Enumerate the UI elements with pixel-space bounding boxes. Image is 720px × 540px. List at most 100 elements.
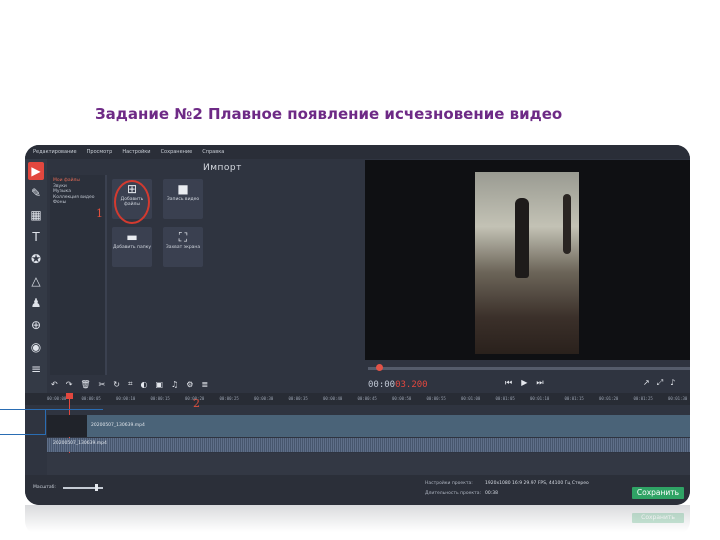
play-icon[interactable]: ▶	[521, 378, 527, 388]
menu-help[interactable]: Справка	[202, 149, 224, 155]
ruler-tick-label: 00:00:00	[47, 396, 67, 401]
ruler-tick-label: 00:00:40	[323, 396, 343, 401]
ruler-tick-label: 00:01:15	[564, 396, 584, 401]
left-toolbar: ▶ ✎ ▦ T ✪ △ ♟ ⊕ ◉ ≡	[25, 159, 47, 395]
view-controls: ↗ ⤢ ♪	[643, 378, 675, 388]
cut-icon[interactable]: ✂	[99, 380, 106, 389]
gear-icon[interactable]: ⚙	[186, 380, 193, 389]
star-icon[interactable]: ✪	[28, 250, 44, 268]
ruler-tick-label: 00:00:10	[116, 396, 136, 401]
edit-toolbar: ↶ ↷ 🗑 ✂ ↻ ⌗ ◐ ▣ ♫ ⚙ ≣	[25, 377, 365, 391]
menu-edit[interactable]: Редактирование	[33, 149, 77, 155]
tree-item[interactable]: Фоны	[53, 200, 102, 206]
folder-icon: ▬	[126, 230, 138, 244]
previous-icon[interactable]: ⏮	[505, 378, 512, 388]
person-figure	[515, 198, 529, 278]
ruler-tick-label: 00:01:30	[668, 396, 688, 401]
list-icon[interactable]: ≡	[28, 360, 44, 378]
ruler-tick-label: 00:01:00	[461, 396, 481, 401]
ruler-tick-label: 00:01:25	[633, 396, 653, 401]
status-bar	[25, 475, 690, 505]
callout-line	[45, 409, 103, 410]
project-settings-value: 1920x1080 16:9 29.97 FPS, 44100 Гц Стере…	[485, 481, 589, 486]
zoom-icon[interactable]: ⊕	[28, 316, 44, 334]
transport-controls: ⏮ ▶ ⏭	[505, 378, 544, 388]
annotation-number-2: 2	[193, 397, 200, 410]
add-folder-label: Добавить папку	[112, 245, 152, 250]
timecode-ms: 03.200	[395, 380, 428, 390]
undo-icon[interactable]: ↶	[51, 380, 58, 389]
panel-divider[interactable]	[105, 175, 107, 375]
ruler-tick-label: 00:00:25	[219, 396, 239, 401]
crop-icon[interactable]: ⌗	[128, 379, 133, 389]
playhead-handle[interactable]	[66, 393, 73, 399]
audio-track[interactable]	[47, 438, 690, 452]
text-icon[interactable]: T	[28, 228, 44, 246]
next-icon[interactable]: ⏭	[536, 378, 543, 388]
zoom-slider-knob[interactable]	[95, 484, 98, 491]
film-icon[interactable]: ▦	[28, 206, 44, 224]
menu-settings[interactable]: Настройки	[122, 149, 150, 155]
seek-bar[interactable]	[368, 367, 690, 370]
brush-icon[interactable]: ✎	[28, 184, 44, 202]
app-window: Редактирование Просмотр Настройки Сохран…	[25, 145, 690, 505]
screen-capture-button[interactable]: ⛶ Захват экрана	[163, 227, 203, 267]
export-frame-icon[interactable]: ↗	[643, 378, 650, 388]
ruler-tick-label: 00:01:10	[530, 396, 550, 401]
record-video-label: Запись видео	[166, 197, 200, 202]
import-icon[interactable]: ▶	[28, 162, 44, 180]
volume-icon[interactable]: ♪	[670, 378, 675, 388]
rotate-icon[interactable]: ↻	[113, 380, 120, 389]
shapes-icon[interactable]: △	[28, 272, 44, 290]
timecode: 00:0003.200	[368, 380, 428, 390]
highlight-circle	[114, 180, 150, 224]
ruler-tick-label: 00:00:05	[81, 396, 101, 401]
import-title: Импорт	[203, 163, 242, 173]
empty-track-area[interactable]	[47, 453, 690, 475]
audio-icon[interactable]: ◉	[28, 338, 44, 356]
menu-save[interactable]: Сохранение	[161, 149, 193, 155]
project-duration-label: Длительность проекта:	[425, 491, 482, 496]
slide-title: Задание №2 Плавное появление исчезновени…	[95, 105, 563, 123]
reflection-save: Сохранить	[632, 513, 684, 523]
annotation-number-1: 1	[96, 207, 103, 220]
delete-icon[interactable]: 🗑	[80, 380, 90, 389]
add-folder-button[interactable]: ▬ Добавить папку	[112, 227, 152, 267]
video-clip-label: 20200507_130639.mp4	[91, 423, 145, 428]
menu-view[interactable]: Просмотр	[87, 149, 113, 155]
callout-box	[0, 409, 46, 435]
ruler-tick-label: 00:01:05	[495, 396, 515, 401]
image-icon[interactable]: ▣	[155, 380, 163, 389]
equalizer-icon[interactable]: ≣	[201, 380, 208, 389]
run-icon[interactable]: ♟	[28, 294, 44, 312]
project-duration-value: 00:38	[485, 491, 498, 496]
ruler-tick-label: 00:00:45	[357, 396, 377, 401]
reflection	[25, 505, 690, 535]
project-settings-label: Настройки проекта:	[425, 481, 473, 486]
ruler-tick-label: 00:00:15	[150, 396, 170, 401]
scale-label: Масштаб:	[33, 485, 56, 490]
screen-capture-icon: ⛶	[178, 230, 188, 244]
camera-icon: ■	[177, 182, 189, 196]
menu-bar: Редактирование Просмотр Настройки Сохран…	[25, 145, 690, 159]
ruler-tick-label: 00:00:35	[288, 396, 308, 401]
screen-capture-label: Захват экрана	[165, 245, 201, 250]
mic-icon[interactable]: ♫	[171, 380, 178, 389]
timeline-ruler[interactable]: 00:00:00 00:00:05 00:00:10 00:00:15 00:00:20…	[25, 393, 690, 405]
save-button[interactable]: Сохранить	[632, 487, 684, 499]
person-figure	[563, 194, 571, 254]
seek-knob[interactable]	[376, 364, 383, 371]
color-icon[interactable]: ◐	[140, 380, 147, 389]
video-track[interactable]: 20200507_130639.mp4	[47, 415, 690, 437]
timecode-main: 00:00	[368, 380, 396, 390]
fullscreen-icon[interactable]: ⤢	[657, 378, 663, 388]
video-preview	[365, 160, 690, 360]
video-frame	[475, 172, 579, 354]
video-clip-thumbnail[interactable]	[47, 415, 87, 437]
file-tree: Мои файлы Звуки Музыка Коллекция видео Ф…	[50, 175, 105, 375]
redo-icon[interactable]: ↷	[66, 380, 73, 389]
record-video-button[interactable]: ■ Запись видео	[163, 179, 203, 219]
ruler-tick-label: 00:00:50	[392, 396, 412, 401]
audio-clip-label: 20200507_130639.mp4	[53, 441, 107, 446]
ruler-tick-label: 00:00:55	[426, 396, 446, 401]
